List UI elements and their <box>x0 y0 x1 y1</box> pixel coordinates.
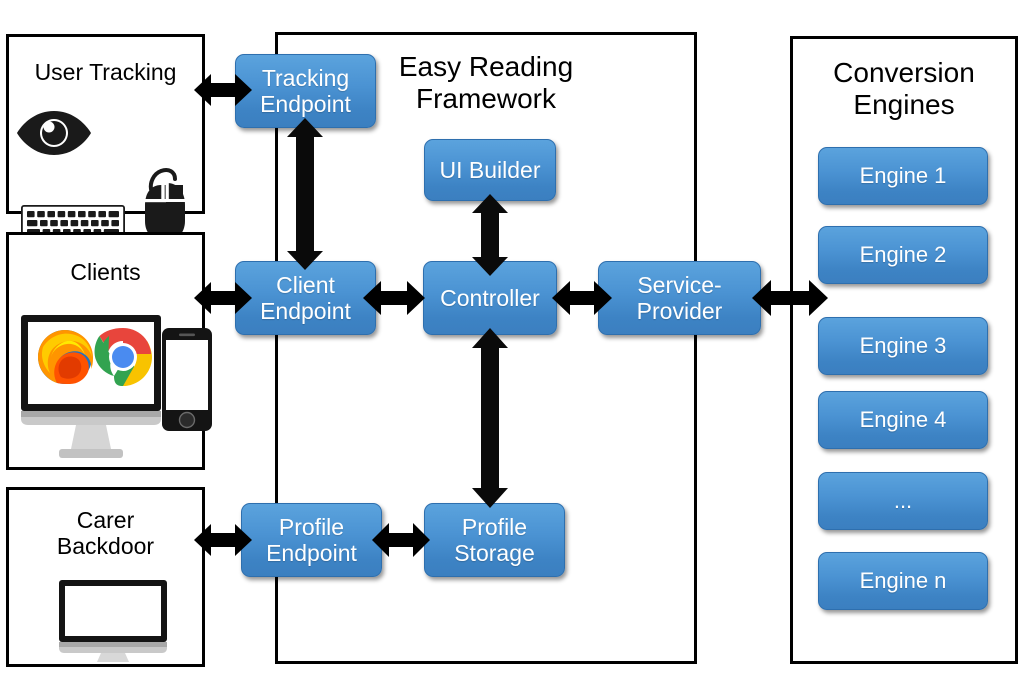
panel-carer-backdoor-title: Carer Backdoor <box>56 507 155 559</box>
node-engine-4[interactable]: Engine 4 <box>818 391 988 449</box>
panel-carer-backdoor: Carer Backdoor <box>6 487 205 667</box>
desktop-monitor-icon <box>57 578 169 662</box>
arrow-controller-to-profile-storage <box>468 328 512 508</box>
arrow-client-endpoint-to-controller <box>363 276 425 320</box>
panel-user-tracking-title: User Tracking <box>34 59 177 85</box>
node-service-provider[interactable]: Service- Provider <box>598 261 761 335</box>
panel-conversion-engines-title: Conversion Engines <box>833 57 975 120</box>
node-tracking-endpoint[interactable]: Tracking Endpoint <box>235 54 376 128</box>
node-client-endpoint[interactable]: Client Endpoint <box>235 261 376 335</box>
panel-clients: Clients <box>6 232 212 470</box>
node-profile-endpoint[interactable]: Profile Endpoint <box>241 503 382 577</box>
arrow-carer-backdoor-to-profile-endpoint <box>194 518 252 562</box>
arrow-profile-endpoint-to-profile-storage <box>372 518 430 562</box>
node-engine-5[interactable]: ... <box>818 472 988 530</box>
arrow-ui-builder-to-controller <box>468 194 512 276</box>
node-engine-3[interactable]: Engine 3 <box>818 317 988 375</box>
desktop-monitor-icon <box>19 313 163 461</box>
arrow-user-tracking-to-tracking-endpoint <box>194 68 252 112</box>
node-ui-builder[interactable]: UI Builder <box>424 139 556 201</box>
arrow-tracking-endpoint-to-client-endpoint <box>283 118 327 270</box>
node-engine-2[interactable]: Engine 2 <box>818 226 988 284</box>
eye-icon <box>15 109 93 157</box>
arrow-clients-to-client-endpoint <box>194 276 252 320</box>
arrow-controller-to-service-provider <box>552 276 612 320</box>
panel-clients-title: Clients <box>70 259 141 285</box>
panel-user-tracking: User Tracking <box>6 34 205 248</box>
arrow-service-provider-to-conversion-engines <box>752 276 828 320</box>
smartphone-icon <box>161 327 213 432</box>
node-profile-storage[interactable]: Profile Storage <box>424 503 565 577</box>
node-engine-1[interactable]: Engine 1 <box>818 147 988 205</box>
diagram-canvas: User Tracking Clients Carer Backdoor Eas… <box>0 0 1024 694</box>
node-engine-6[interactable]: Engine n <box>818 552 988 610</box>
